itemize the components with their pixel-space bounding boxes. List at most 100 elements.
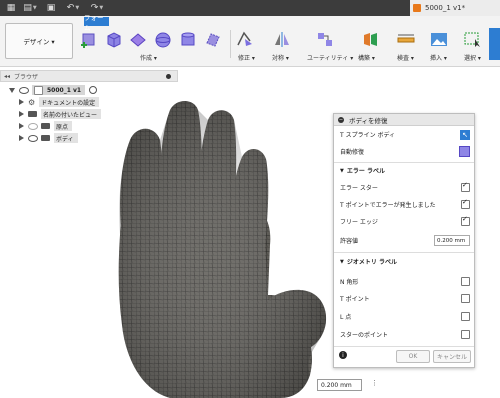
document-icon xyxy=(34,85,43,95)
tree-item-label: 名前の付いたビュー xyxy=(43,111,98,119)
tolerance-label: 許容値 xyxy=(340,238,359,245)
tpoint-label: T ポイント xyxy=(340,296,370,303)
create-quadball-icon[interactable] xyxy=(204,31,222,48)
repair-body-dialog: − ボディを修復 T スプライン ボディ ↖ 自動修復 ▼ エラー ラベル エラ… xyxy=(333,113,475,368)
error-star-checkbox[interactable] xyxy=(461,181,470,192)
folder-icon xyxy=(41,123,50,129)
divider xyxy=(334,346,474,347)
divider xyxy=(334,162,474,163)
expand-icon[interactable] xyxy=(19,135,24,141)
collapse-arrows-icon[interactable]: ◂◂ xyxy=(4,73,10,80)
ngon-checkbox[interactable] xyxy=(461,277,470,286)
ok-button[interactable]: OK xyxy=(396,350,430,363)
title-bar: ▦ ▤ ▼ ▣ ↶ ▼ ↷ ▼ 5000_1 v1* xyxy=(0,0,500,16)
undo-icon[interactable]: ↶ ▼ xyxy=(62,2,84,14)
symmetry-menu-label[interactable]: 対称 ▾ xyxy=(272,53,289,62)
free-edge-label: フリー エッジ xyxy=(340,219,378,226)
grid-apps-icon[interactable]: ▦ xyxy=(4,2,18,14)
create-menu-label[interactable]: 作成 ▾ xyxy=(140,53,157,62)
tree-item-label: ドキュメントの設定 xyxy=(41,99,96,107)
tolerance-row: 許容値 0.200 mm xyxy=(340,234,470,247)
file-menu-icon[interactable]: ▤ ▼ xyxy=(20,2,40,14)
inspect-menu-label[interactable]: 検査 ▾ xyxy=(397,53,414,62)
visibility-off-icon[interactable] xyxy=(28,122,38,130)
tolerance-heads-up-input[interactable]: 0.200 mm xyxy=(317,379,362,391)
pin-icon[interactable] xyxy=(166,73,171,79)
browser-title: ブラウザ xyxy=(14,73,39,81)
insert-menu-label[interactable]: 挿入 ▾ xyxy=(430,53,447,62)
tpoint-checkbox[interactable] xyxy=(461,294,470,303)
dialog-title: ボディを修復 xyxy=(349,116,388,125)
inspect-measure-icon[interactable] xyxy=(397,31,415,48)
star-point-row: スターのポイント xyxy=(340,328,470,341)
auto-repair-row: 自動修復 xyxy=(340,145,470,158)
construct-menu-label[interactable]: 構築 ▾ xyxy=(358,53,375,62)
create-plane-icon[interactable] xyxy=(129,31,147,48)
lpoint-label: L 点 xyxy=(340,314,352,321)
body-select-cursor-icon[interactable]: ↖ xyxy=(460,129,470,140)
cancel-button[interactable]: キャンセル xyxy=(433,350,471,363)
document-tab[interactable]: 5000_1 v1* xyxy=(410,0,500,16)
tpoint-error-row: T ポイントでエラーが発生しました xyxy=(340,198,470,211)
lpoint-checkbox[interactable] xyxy=(461,312,470,321)
symmetry-icon[interactable] xyxy=(273,31,291,48)
info-icon[interactable]: i xyxy=(339,351,347,359)
document-cube-icon xyxy=(413,4,421,12)
utilities-icon[interactable] xyxy=(316,31,334,48)
gear-icon: ⚙ xyxy=(28,97,36,107)
free-edge-row: フリー エッジ xyxy=(340,215,470,228)
auto-repair-icon[interactable] xyxy=(459,146,470,157)
divider xyxy=(334,252,474,253)
workspace-switcher-button[interactable]: デザイン ▾ xyxy=(5,23,73,59)
utilities-menu-label[interactable]: ユーティリティ ▾ xyxy=(307,53,353,62)
create-cube-icon[interactable] xyxy=(105,31,123,48)
insert-image-icon[interactable] xyxy=(430,31,448,48)
ribbon-scroll-handle[interactable] xyxy=(489,28,500,60)
more-options-icon[interactable]: ⋮ xyxy=(371,379,378,389)
error-labels-section[interactable]: ▼ エラー ラベル xyxy=(340,164,470,177)
geometry-labels-section[interactable]: ▼ ジオメトリ ラベル xyxy=(340,255,470,268)
tree-root-label: 5000_1 v1 xyxy=(47,86,82,94)
select-window-icon[interactable] xyxy=(464,31,482,48)
tab-form[interactable]: フォーム xyxy=(84,14,109,32)
geometry-labels-heading: ジオメトリ ラベル xyxy=(346,259,397,266)
folder-icon xyxy=(28,111,37,117)
tolerance-input[interactable]: 0.200 mm xyxy=(434,235,470,246)
expand-icon[interactable] xyxy=(9,87,15,93)
section-expand-icon[interactable]: ▼ xyxy=(340,168,344,174)
expand-icon[interactable] xyxy=(19,99,24,105)
tree-item-label: 原点 xyxy=(56,123,69,131)
construct-plane-icon[interactable] xyxy=(362,31,380,48)
tspline-body-label: T スプライン ボディ xyxy=(340,132,396,139)
error-labels-heading: エラー ラベル xyxy=(346,168,385,175)
dialog-header[interactable]: − ボディを修復 xyxy=(334,114,474,126)
browser-header[interactable]: ◂◂ ブラウザ xyxy=(0,70,178,82)
auto-repair-label: 自動修復 xyxy=(340,149,365,156)
expand-icon[interactable] xyxy=(19,123,24,129)
hand-mesh-model[interactable] xyxy=(100,95,340,398)
tree-item-label: ボディ xyxy=(56,135,74,143)
document-title: 5000_1 v1* xyxy=(425,4,466,12)
free-edge-checkbox[interactable] xyxy=(461,215,470,226)
star-point-label: スターのポイント xyxy=(340,332,389,339)
tpoint-error-checkbox[interactable] xyxy=(461,198,470,209)
create-box-icon[interactable] xyxy=(80,31,98,48)
create-cylinder-icon[interactable] xyxy=(179,31,197,48)
expand-icon[interactable] xyxy=(19,111,24,117)
modify-menu-label[interactable]: 修正 ▾ xyxy=(238,53,255,62)
activate-radio-icon[interactable] xyxy=(89,86,98,94)
modify-edit-form-icon[interactable] xyxy=(236,31,254,48)
create-sphere-icon[interactable] xyxy=(154,31,172,48)
tpoint-row: T ポイント xyxy=(340,292,470,305)
error-star-row: エラー スター xyxy=(340,181,470,194)
save-icon[interactable]: ▣ xyxy=(44,2,58,14)
lpoint-row: L 点 xyxy=(340,310,470,323)
star-point-checkbox[interactable] xyxy=(461,330,470,339)
select-menu-label[interactable]: 選択 ▾ xyxy=(464,53,481,62)
ngon-label: N 角形 xyxy=(340,279,359,286)
visibility-icon[interactable] xyxy=(28,134,38,142)
visibility-icon[interactable] xyxy=(19,86,29,94)
tspline-body-row: T スプライン ボディ ↖ xyxy=(340,128,470,141)
section-expand-icon[interactable]: ▼ xyxy=(340,259,344,265)
collapse-dialog-icon[interactable]: − xyxy=(338,116,344,123)
